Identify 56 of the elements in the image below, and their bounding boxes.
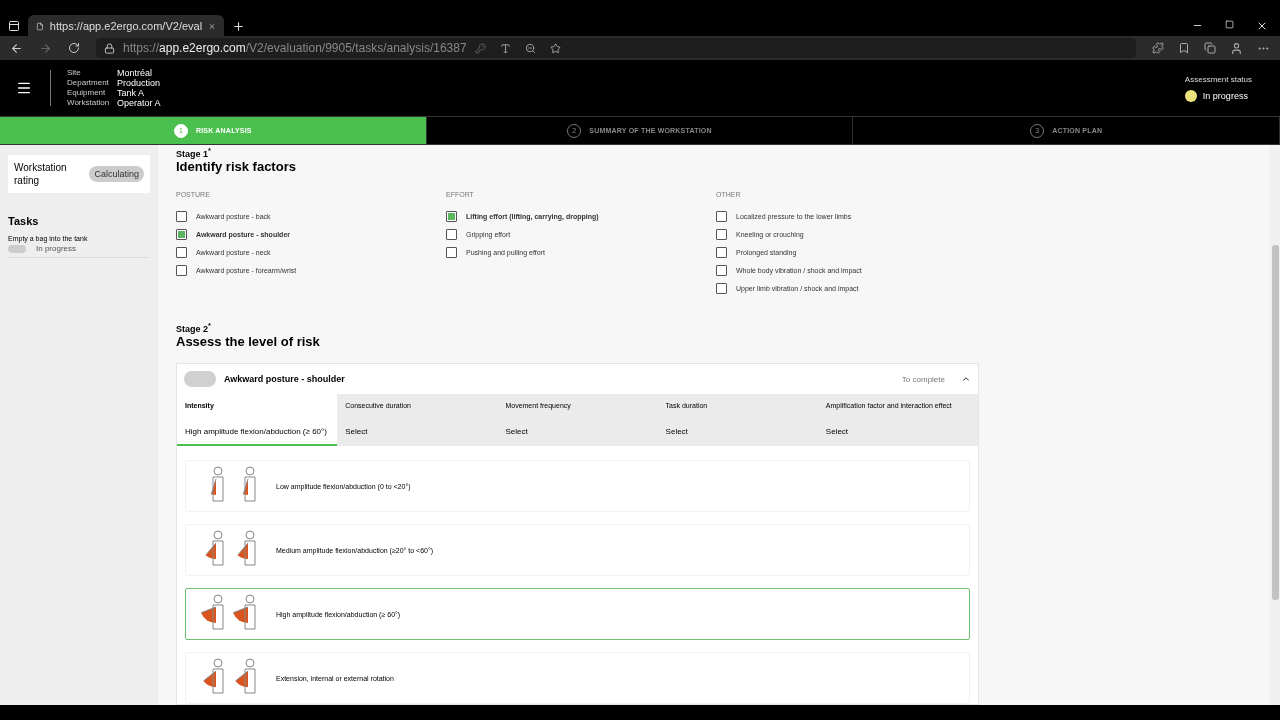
checkbox[interactable] [716,247,727,258]
field-value: Production [117,78,161,88]
status-dot [1184,89,1197,102]
field-label: Workstation [67,98,110,108]
new-tab-icon[interactable] [232,19,245,33]
rating-value: Calculating [89,166,144,182]
factor-name: Awkward posture - shoulder [224,374,345,384]
restore-icon[interactable] [1225,20,1234,29]
checkbox[interactable] [446,229,457,240]
task-toggle[interactable] [8,244,26,253]
rating-label: Workstation rating [14,161,68,187]
checkbox[interactable] [446,211,457,222]
checkbox[interactable] [446,247,457,258]
browser-tab[interactable]: https://app.e2ergo.com/V2/eval [28,15,224,37]
checkbox[interactable] [716,229,727,240]
stage-label: Stage 1$^{*}$ [176,146,212,159]
field-value: Operator A [117,98,161,108]
status-text: In progress [1202,90,1248,101]
factor-status: To complete [901,374,945,384]
menu-icon[interactable] [16,80,32,96]
profile-icon[interactable] [1230,41,1243,55]
field-label: Equipment [67,88,107,98]
tasks-title: Tasks [8,215,40,227]
factor-toggle[interactable] [184,371,216,387]
field-value: Montréal [117,68,154,78]
tab-title: https://app.e2ergo.com/V2/eval [49,20,203,32]
field-value: Tank A [117,88,146,98]
scrollbar[interactable] [1270,145,1280,705]
checkbox[interactable] [176,211,187,222]
zoom-out-icon[interactable] [524,42,536,54]
lock-icon [104,42,115,54]
star-icon[interactable] [549,42,561,54]
collections-icon[interactable] [1204,42,1216,54]
stage-label: Stage 2$^{*}$ [176,321,212,334]
url-text: https://app.e2ergo.com/V2/evaluation/9905/tasks/analysis/16387 [123,41,467,55]
checkbox[interactable] [716,283,727,294]
checkbox[interactable] [716,265,727,276]
task-status: In progress [36,244,77,253]
puzzle-icon[interactable] [1152,42,1164,54]
checkbox[interactable] [176,229,187,240]
stage-title: Identify risk factors [176,159,297,174]
status-label: Assessment status [1184,74,1252,84]
forward-icon[interactable] [39,41,52,55]
collapse-icon[interactable] [961,374,971,384]
stage-title: Assess the level of risk [176,334,321,349]
reload-icon[interactable] [68,42,80,54]
field-label: Site [67,68,82,78]
address-bar[interactable]: https://app.e2ergo.com/V2/evaluation/9905/tasks/analysis/16387 [96,38,1136,58]
close-icon[interactable] [1256,20,1268,32]
field-label: Department [67,78,110,88]
checkbox[interactable] [176,247,187,258]
tab-actions-icon[interactable] [8,20,20,32]
back-icon[interactable] [10,41,23,55]
checkbox[interactable] [716,211,727,222]
page-icon [36,20,44,32]
checkbox[interactable] [176,265,187,276]
